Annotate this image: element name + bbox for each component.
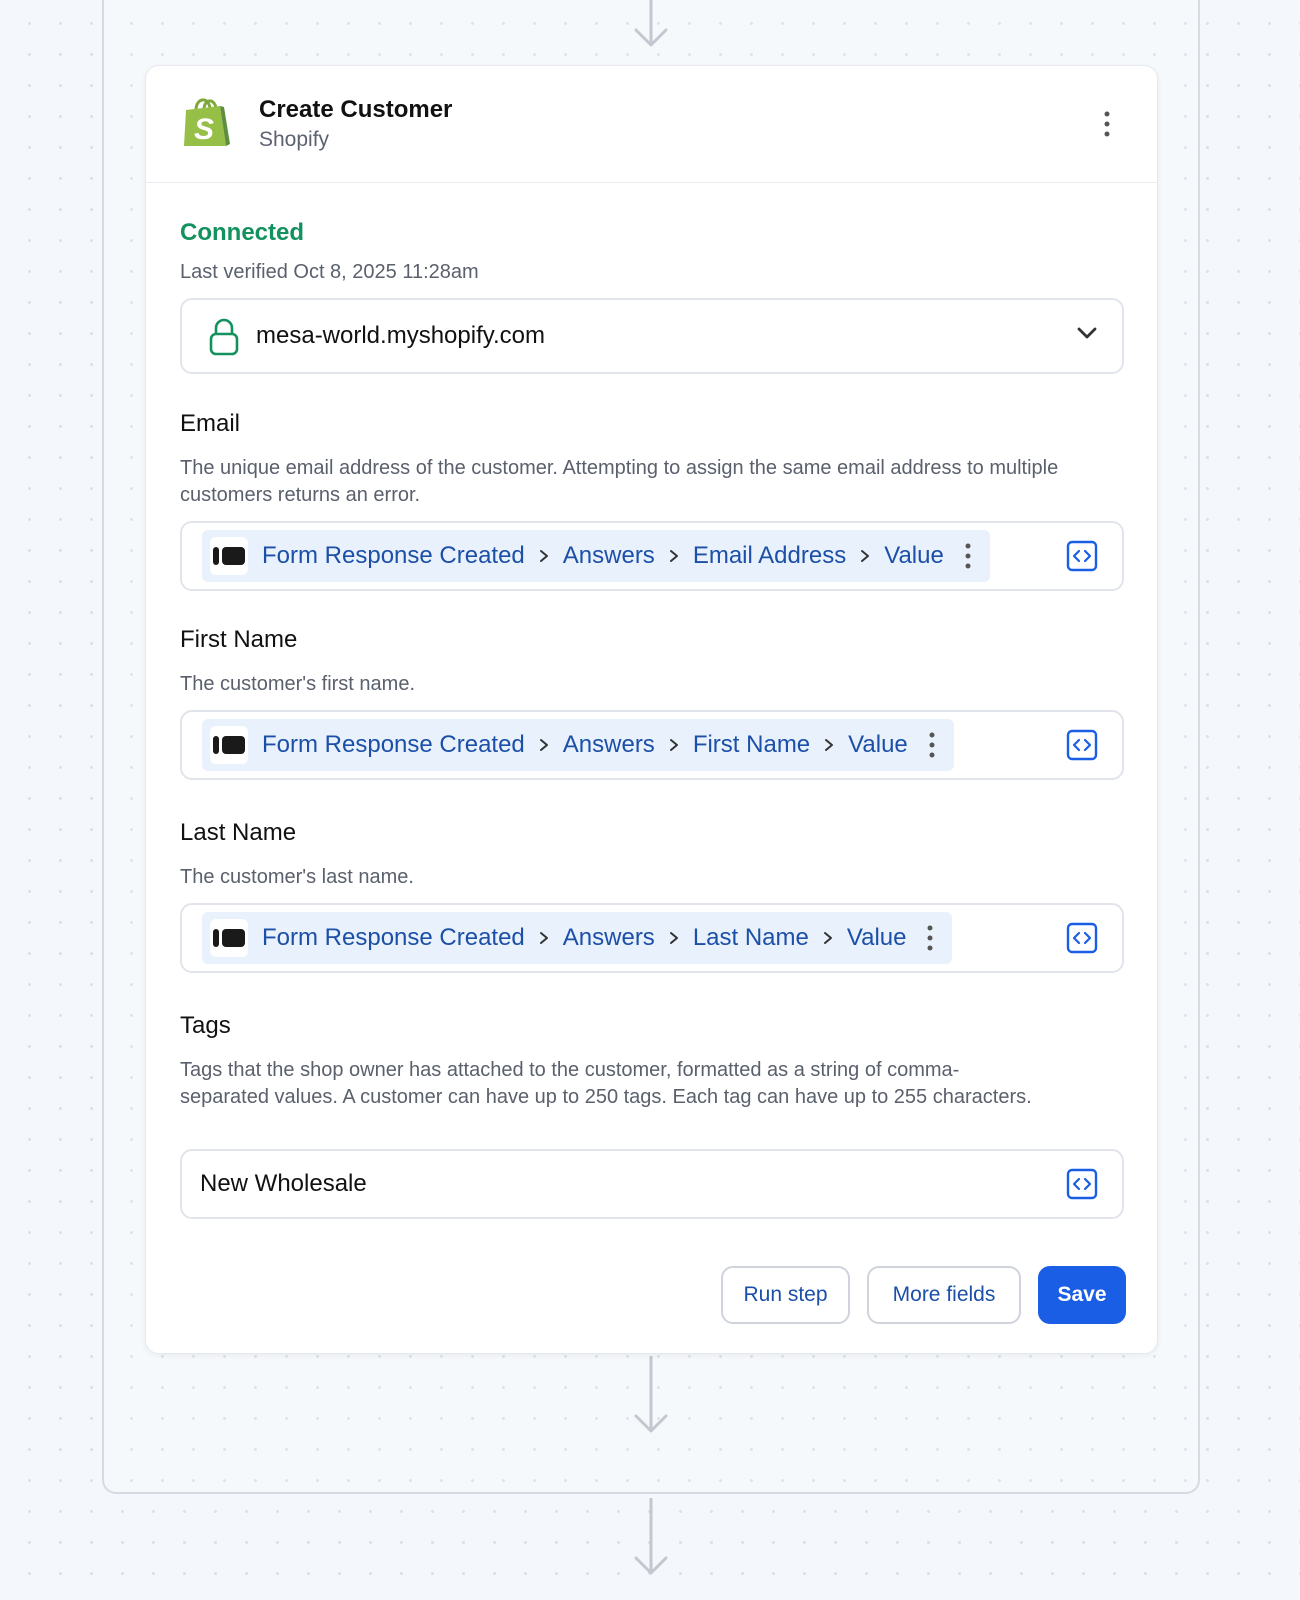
svg-text:S: S [194,113,214,146]
first-name-variable-pill[interactable]: Form Response Created Answers First Name… [202,719,954,771]
path-segment: Form Response Created [262,731,525,758]
run-step-button[interactable]: Run step [721,1266,850,1324]
chevron-right-icon [539,738,549,752]
lock-icon [209,318,239,356]
code-toggle-icon[interactable] [1066,922,1098,954]
step-card: S Create Customer Shopify Connected Last… [145,65,1158,1354]
vertical-dots-icon [929,732,935,758]
last-name-label: Last Name [180,819,297,846]
chevron-right-icon [669,738,679,752]
typeform-icon [210,537,248,575]
path-segment: Form Response Created [262,924,525,951]
path-segment: Value [884,542,944,569]
chevron-right-icon [823,931,833,945]
path-segment: Email Address [692,542,847,569]
vertical-dots-icon [927,925,933,951]
account-select[interactable]: mesa-world.myshopify.com [180,298,1124,374]
more-fields-button[interactable]: More fields [867,1266,1021,1324]
first-name-description: The customer's first name. [180,673,415,695]
last-verified-text: Last verified Oct 8, 2025 11:28am [180,261,479,283]
last-name-field[interactable]: Form Response Created Answers Last Name … [180,903,1124,973]
chevron-right-icon [539,549,549,563]
pill-menu-button[interactable] [962,541,974,571]
chevron-down-icon [1077,327,1097,339]
path-segment: Value [846,924,907,951]
tags-label: Tags [180,1012,231,1039]
chevron-right-icon [539,931,549,945]
step-menu-button[interactable] [1095,106,1119,142]
chevron-right-icon [860,549,870,563]
email-variable-pill[interactable]: Form Response Created Answers Email Addr… [202,530,990,582]
first-name-label: First Name [180,626,298,653]
code-toggle-icon[interactable] [1066,540,1098,572]
tags-field[interactable]: New Wholesale [180,1149,1124,1219]
code-toggle-icon[interactable] [1066,1168,1098,1200]
shopify-bag-icon: S [184,98,230,146]
first-name-field[interactable]: Form Response Created Answers First Name… [180,710,1124,780]
pill-menu-button[interactable] [926,730,938,760]
save-button[interactable]: Save [1038,1266,1126,1324]
tags-description: Tags that the shop owner has attached to… [180,1059,1032,1108]
path-segment: Answers [562,924,655,951]
path-segment: Answers [562,542,655,569]
path-segment: Form Response Created [262,542,525,569]
path-segment: Value [848,731,908,758]
step-title: Create Customer [259,96,453,123]
connector-arrow-top-icon [634,0,668,47]
step-header: S Create Customer Shopify [146,66,1157,183]
chevron-right-icon [669,931,679,945]
account-value: mesa-world.myshopify.com [256,322,545,349]
connector-arrow-bottom-icon [634,1498,668,1575]
email-description: The unique email address of the customer… [180,457,1059,506]
path-segment: First Name [692,731,811,758]
vertical-dots-icon [1104,111,1110,137]
typeform-icon [210,726,248,764]
step-app-name: Shopify [259,128,330,151]
chevron-right-icon [824,738,834,752]
pill-menu-button[interactable] [924,923,936,953]
tags-value: New Wholesale [200,1170,367,1197]
last-name-variable-pill[interactable]: Form Response Created Answers Last Name … [202,912,953,964]
last-name-description: The customer's last name. [180,866,414,888]
code-toggle-icon[interactable] [1066,729,1098,761]
vertical-dots-icon [965,543,971,569]
path-segment: Answers [562,731,655,758]
typeform-icon [210,919,248,957]
chevron-right-icon [669,549,679,563]
connection-status: Connected [180,219,305,246]
email-label: Email [180,410,241,437]
connector-arrow-middle-icon [634,1356,668,1433]
path-segment: Last Name [692,924,809,951]
email-field[interactable]: Form Response Created Answers Email Addr… [180,521,1124,591]
